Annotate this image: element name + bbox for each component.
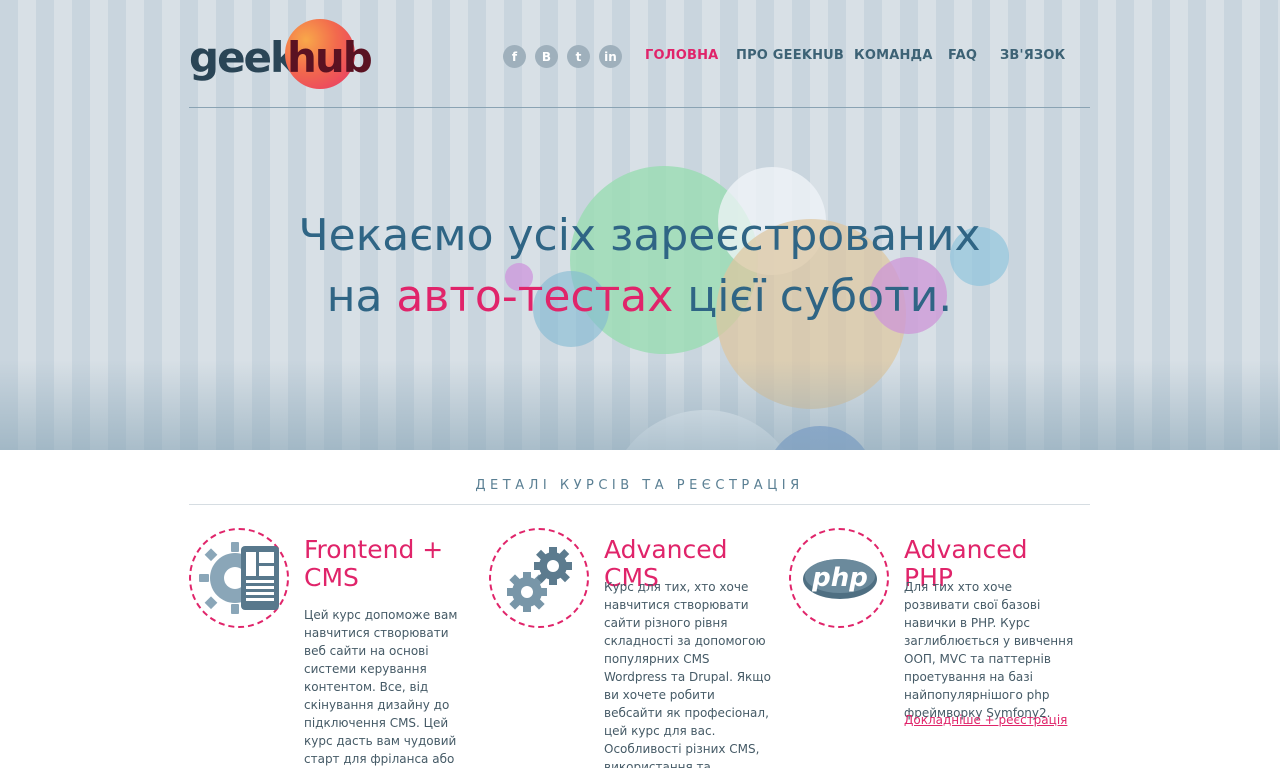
facebook-icon[interactable]: f <box>503 45 526 68</box>
hero-headline-line2: на авто-тестах цієї суботи. <box>189 266 1090 327</box>
course-title[interactable]: Frontend + CMS <box>304 536 484 592</box>
course-description: Цей курс допоможе вам навчитися створюва… <box>304 608 458 766</box>
section-title: ДЕТАЛІ КУРСІВ ТА РЕЄСТРАЦІЯ <box>475 478 804 493</box>
gears-icon <box>507 547 572 612</box>
course-details-link[interactable]: Докладніше + реєстрація <box>904 713 1067 727</box>
hero-headline-pre: на <box>326 271 397 322</box>
frontend-layout-gear-icon <box>199 542 279 614</box>
header-divider <box>189 107 1090 108</box>
course-card-advanced-php: php Advanced PHP Для тих хто хоче розвив… <box>789 528 1089 768</box>
hero-fade <box>0 360 1280 450</box>
course-description: Курс для тих, хто хоче навчитися створюв… <box>604 580 771 768</box>
course-card-advanced-cms: Advanced CMS Курс для тих, хто хоче навч… <box>489 528 789 768</box>
course-icon-badge[interactable]: php <box>789 528 889 628</box>
hero-banner: geek hub f B t in ГОЛОВНА ПРО GEEKHUB КО… <box>0 0 1280 450</box>
hero-headline-post: цієї суботи. <box>673 271 953 322</box>
hero-headline-highlight: авто-тестах <box>396 271 674 322</box>
nav-item-about[interactable]: ПРО GEEKHUB <box>736 48 844 63</box>
logo-text-hub: hub <box>287 33 373 82</box>
vk-icon[interactable]: B <box>535 45 558 68</box>
nav-item-home[interactable]: ГОЛОВНА <box>645 48 718 63</box>
course-icon-badge[interactable] <box>489 528 589 628</box>
svg-text:php: php <box>811 563 868 593</box>
course-description: Для тих хто хоче розвивати свої базові н… <box>904 580 1074 720</box>
php-logo-icon: php <box>803 559 877 599</box>
nav-item-contact[interactable]: ЗВ'ЯЗОК <box>1000 48 1065 63</box>
twitter-icon[interactable]: t <box>567 45 590 68</box>
hero-headline-line1: Чекаємо усіх зареєстрованих <box>298 210 981 261</box>
course-icon-badge[interactable] <box>189 528 289 628</box>
logo-text-geek: geek <box>189 33 298 82</box>
geekhub-logo[interactable]: geek hub <box>189 19 373 91</box>
odnoklassniki-icon[interactable]: in <box>599 45 622 68</box>
course-card-frontend: Frontend + CMS Цей курс допоможе вам нав… <box>189 528 489 768</box>
nav-item-faq[interactable]: FAQ <box>948 48 977 63</box>
nav-item-team[interactable]: КОМАНДА <box>854 48 933 63</box>
section-divider <box>189 504 1090 505</box>
hero-headline: Чекаємо усіх зареєстрованих на авто-тест… <box>189 205 1090 327</box>
